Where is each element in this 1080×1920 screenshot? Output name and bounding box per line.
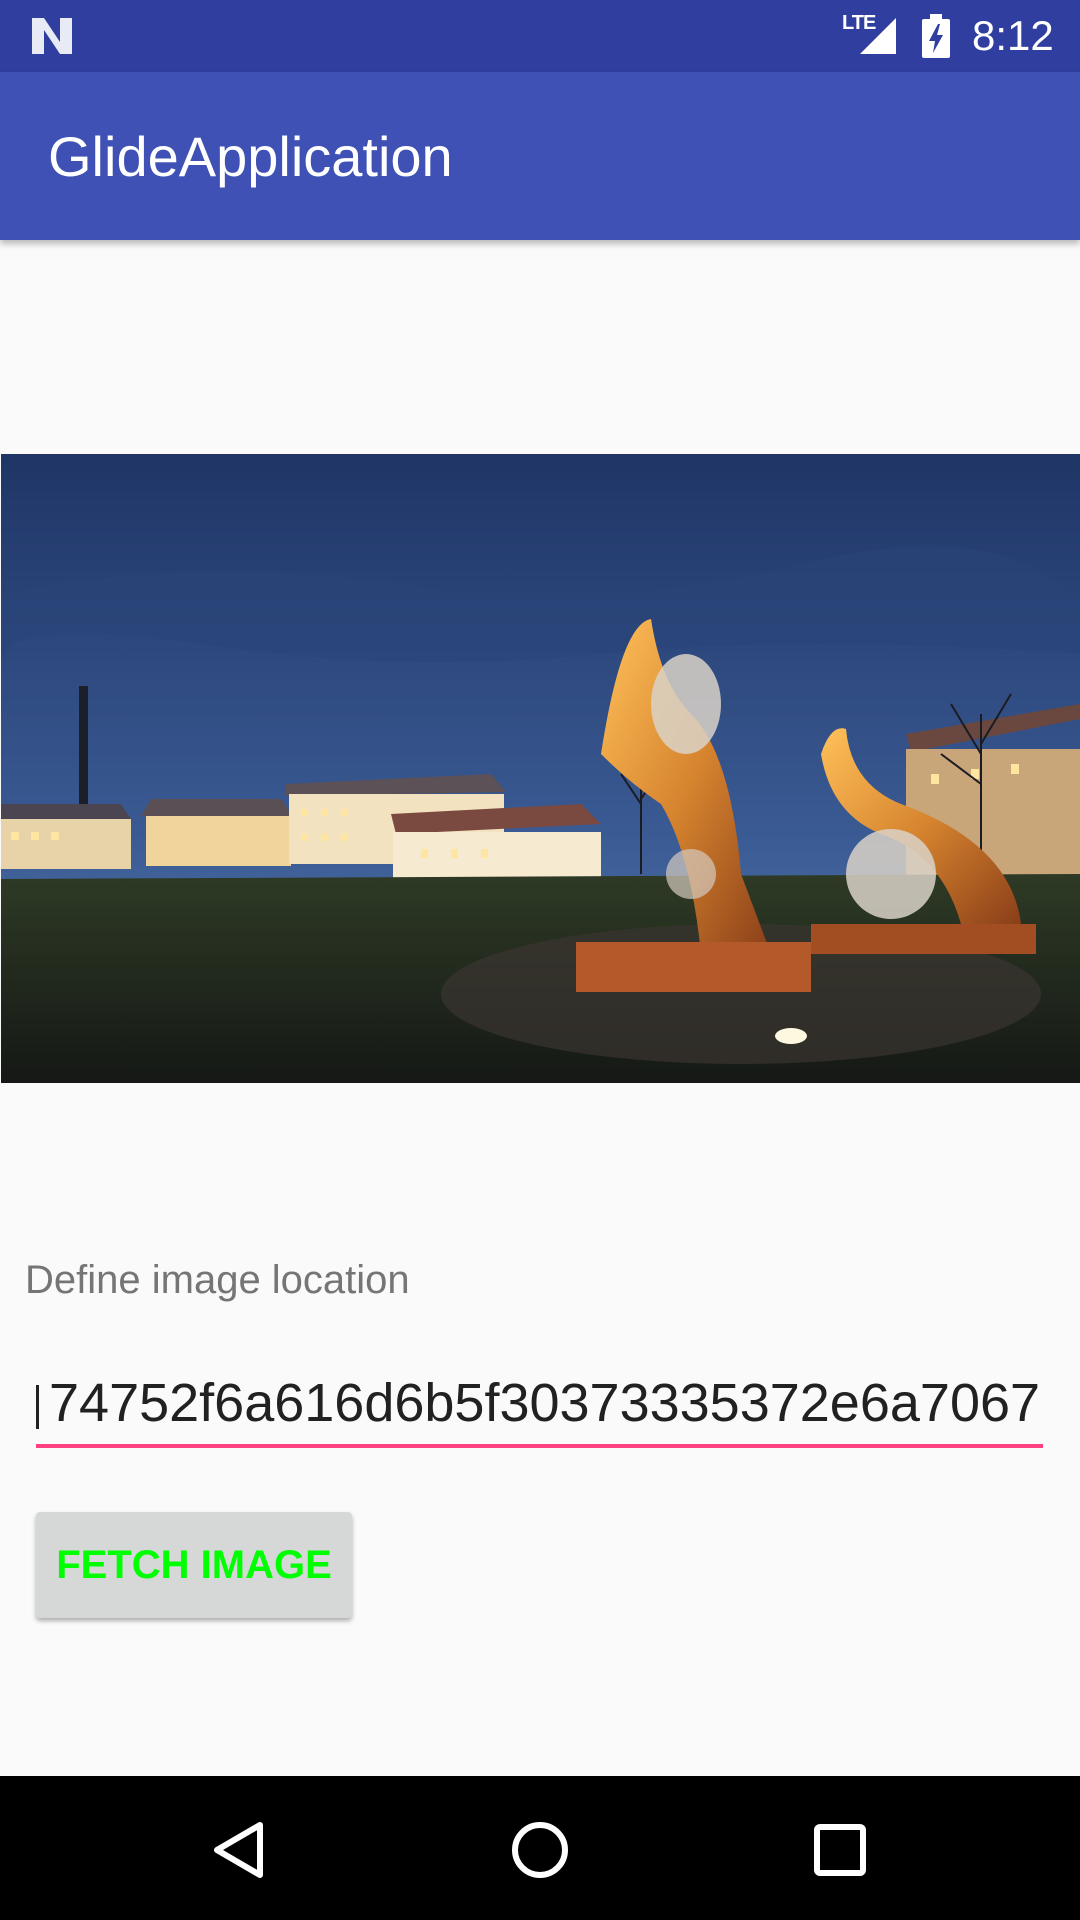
back-icon[interactable] xyxy=(190,1800,290,1900)
fetch-image-button[interactable]: FETCH IMAGE xyxy=(36,1512,352,1618)
status-clock: 8:12 xyxy=(972,12,1054,59)
android-n-icon xyxy=(32,18,72,54)
battery-charging-icon xyxy=(922,14,950,58)
navigation-bar xyxy=(0,1776,1080,1920)
lte-signal-icon xyxy=(860,18,896,54)
status-bar: LTE 8:12 xyxy=(0,0,1080,72)
app-title: GlideApplication xyxy=(48,125,453,188)
fetched-image xyxy=(1,454,1080,1083)
image-url-input[interactable]: 74752f6a616d6b5f30373335372e6a7067 xyxy=(36,1372,1043,1448)
image-url-value: 74752f6a616d6b5f30373335372e6a7067 xyxy=(49,1373,1041,1433)
text-cursor xyxy=(36,1384,39,1429)
recents-icon[interactable] xyxy=(790,1800,890,1900)
home-icon[interactable] xyxy=(490,1800,590,1900)
app-bar: GlideApplication xyxy=(0,72,1080,240)
image-location-label: Define image location xyxy=(25,1258,410,1302)
